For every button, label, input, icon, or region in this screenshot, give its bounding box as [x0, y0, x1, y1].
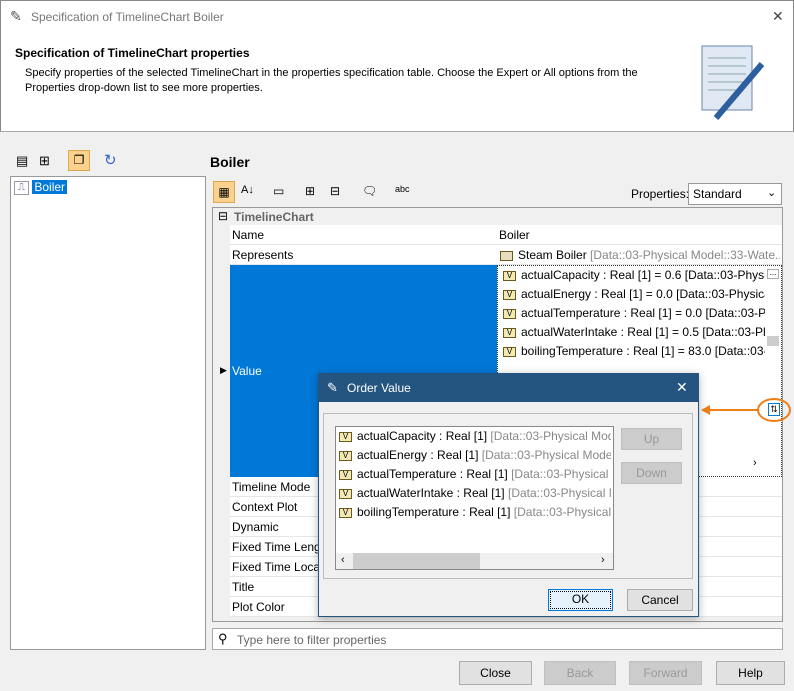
- block-icon: [500, 250, 513, 261]
- table-view-icon[interactable]: ▤: [16, 153, 28, 169]
- order-value-dialog: ✎ Order Value ✕ VactualCapacity : Real […: [318, 373, 699, 617]
- back-button[interactable]: Back: [544, 661, 616, 685]
- properties-label: Properties:: [631, 187, 690, 201]
- list-item[interactable]: VactualTemperature : Real [1] = 0.0 [Dat…: [503, 306, 765, 325]
- up-button[interactable]: Up: [621, 428, 682, 450]
- filter-placeholder: Type here to filter properties: [237, 633, 387, 647]
- spelling-icon[interactable]: abc: [395, 184, 410, 194]
- list-item[interactable]: VboilingTemperature : Real [1] = 83.0 [D…: [503, 344, 765, 363]
- description-icon[interactable]: ▭: [273, 184, 284, 198]
- list-item[interactable]: VactualWaterIntake : Real [1] = 0.5 [Dat…: [503, 325, 765, 344]
- property-name: Context Plot: [232, 500, 298, 514]
- tree-view-icon[interactable]: ⊞: [39, 153, 50, 169]
- categorized-icon[interactable]: ▦: [213, 181, 235, 203]
- help-button[interactable]: Help: [716, 661, 785, 685]
- cancel-button[interactable]: Cancel: [627, 589, 693, 611]
- refresh-icon[interactable]: ↻: [104, 151, 117, 169]
- property-name: Plot Color: [232, 600, 285, 614]
- specification-document-icon: [701, 45, 765, 120]
- more-button[interactable]: ...: [767, 269, 779, 279]
- list-item[interactable]: VboilingTemperature : Real [1] [Data::03…: [339, 505, 611, 524]
- header-title: Specification of TimelineChart propertie…: [15, 46, 250, 60]
- dialog-title: Order Value: [347, 381, 411, 395]
- page-title: Boiler: [210, 154, 250, 170]
- dialog-title-bar: ✎ Order Value ✕: [319, 374, 698, 402]
- table-row[interactable]: Represents Steam Boiler [Data::03-Physic…: [230, 245, 782, 265]
- callout-circle: [757, 398, 791, 422]
- list-item[interactable]: VactualCapacity : Real [1] = 0.6 [Data::…: [503, 268, 765, 287]
- tree-item-boiler[interactable]: ⎍ Boiler: [14, 180, 68, 195]
- scrollbar-thumb[interactable]: [767, 336, 779, 346]
- app-icon: ✎: [10, 8, 22, 24]
- title-bar: ✎ Specification of TimelineChart Boiler …: [0, 0, 794, 32]
- dialog-app-icon: ✎: [327, 380, 338, 395]
- down-button[interactable]: Down: [621, 462, 682, 484]
- list-item[interactable]: VactualTemperature : Real [1] [Data::03-…: [339, 467, 611, 486]
- list-item[interactable]: VactualEnergy : Real [1] = 0.0 [Data::03…: [503, 287, 765, 306]
- properties-select-value: Standard: [693, 187, 742, 201]
- header-desc-1: Specify properties of the selected Timel…: [25, 67, 638, 79]
- list-item[interactable]: VactualEnergy : Real [1] [Data::03-Physi…: [339, 448, 611, 467]
- sort-alpha-icon[interactable]: A↓: [241, 184, 254, 196]
- window-title: Specification of TimelineChart Boiler: [31, 10, 224, 24]
- close-button[interactable]: Close: [459, 661, 532, 685]
- ok-button[interactable]: OK: [548, 589, 613, 611]
- collapse-group-icon[interactable]: ⊟: [218, 209, 228, 223]
- expand-all-icon[interactable]: ⊞: [305, 184, 315, 198]
- scroll-left-icon[interactable]: ‹: [341, 554, 345, 566]
- property-name: Timeline Mode: [232, 480, 311, 494]
- forward-button[interactable]: Forward: [629, 661, 702, 685]
- close-icon[interactable]: ✕: [772, 8, 784, 25]
- property-name: Fixed Time Local: [232, 560, 323, 574]
- order-list[interactable]: VactualCapacity : Real [1] [Data::03-Phy…: [335, 426, 614, 570]
- list-item[interactable]: VactualCapacity : Real [1] [Data::03-Phy…: [339, 429, 611, 448]
- properties-select[interactable]: Standard ⌄: [688, 183, 782, 205]
- property-value: Boiler: [499, 228, 530, 242]
- row-arrow-icon: ▶: [220, 365, 227, 375]
- horizontal-scrollbar[interactable]: ‹ ›: [336, 553, 613, 569]
- copy-icon[interactable]: ❐: [68, 150, 90, 171]
- scroll-right-icon[interactable]: ›: [753, 457, 757, 469]
- collapse-all-icon[interactable]: ⊟: [330, 184, 340, 198]
- timeline-chart-icon: ⎍: [14, 180, 29, 195]
- group-header: TimelineChart: [234, 210, 314, 224]
- search-icon: ⚲: [218, 631, 228, 646]
- table-row[interactable]: Name Boiler: [230, 225, 782, 245]
- property-name: Fixed Time Length: [232, 540, 331, 554]
- property-name: Represents: [232, 248, 294, 262]
- property-value: Steam Boiler [Data::03-Physical Model::3…: [500, 248, 780, 262]
- scroll-right-icon[interactable]: ›: [601, 554, 605, 566]
- callout-arrow: [708, 409, 758, 411]
- element-tree: ⎍ Boiler: [10, 176, 206, 650]
- property-name: Dynamic: [232, 520, 279, 534]
- scrollbar-thumb[interactable]: [353, 553, 480, 569]
- comment-icon[interactable]: 🗨: [362, 184, 377, 198]
- chevron-down-icon: ⌄: [767, 187, 777, 199]
- callout-arrowhead: [701, 405, 710, 415]
- property-name: Name: [232, 228, 265, 242]
- header-desc-2: Properties drop-down list to see more pr…: [25, 82, 263, 94]
- list-item[interactable]: VactualWaterIntake : Real [1] [Data::03-…: [339, 486, 611, 505]
- header: Specification of TimelineChart propertie…: [0, 32, 794, 132]
- dialog-close-icon[interactable]: ✕: [676, 379, 688, 396]
- property-name: Title: [232, 580, 255, 594]
- filter-input[interactable]: ⚲ Type here to filter properties: [212, 628, 783, 650]
- tree-item-label: Boiler: [32, 180, 68, 194]
